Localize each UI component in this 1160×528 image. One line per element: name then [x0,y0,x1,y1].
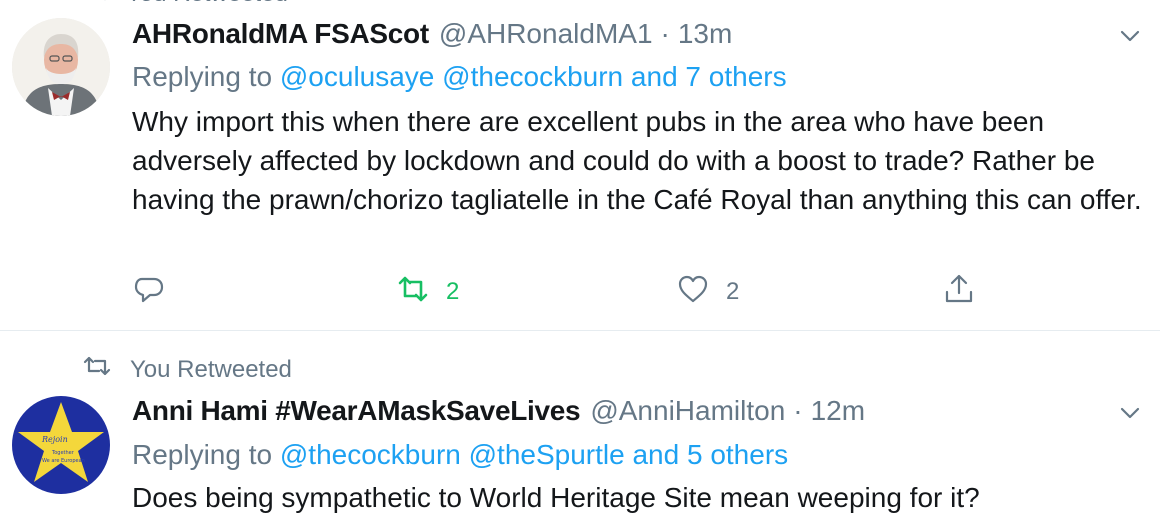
replying-prefix: Replying to [132,61,273,92]
heart-icon [676,272,710,313]
reply-icon [132,272,166,313]
like-count: 2 [726,278,740,305]
mention-link[interactable]: @thecockburn [442,61,623,92]
retweet-count: 2 [446,278,460,305]
retweet-button[interactable]: 2 [396,272,459,312]
timeline: You Retweeted AHRonaldMA FSAScot @AHRona… [0,0,1160,528]
svg-text:Together: Together [51,450,75,456]
chevron-down-icon[interactable] [1116,399,1144,427]
replying-to: Replying to @oculusaye @thecockburn and … [132,61,787,93]
retweet-notice-label: You Retweeted [130,355,292,383]
share-button[interactable] [942,272,976,312]
others-link[interactable]: and 7 others [631,61,787,92]
author-handle[interactable]: @AHRonaldMA1 [439,18,653,50]
tweet-header: AHRonaldMA FSAScot @AHRonaldMA1 · 13m [132,18,732,50]
avatar[interactable] [12,18,110,116]
mention-link[interactable]: @oculusaye [280,61,435,92]
replying-to: Replying to @thecockburn @theSpurtle and… [132,439,788,471]
separator-dot: · [793,395,803,426]
svg-text:We are European: We are European [42,458,85,464]
separator-dot: · [660,18,670,49]
retweet-icon [396,272,430,313]
author-name[interactable]: Anni Hami #WearAMaskSaveLives [132,395,581,427]
tweet-text: Why import this when there are excellent… [132,106,1142,215]
reply-button[interactable] [132,272,166,312]
like-button[interactable]: 2 [676,272,739,312]
timestamp[interactable]: 12m [811,395,865,427]
avatar[interactable]: Rejoin Together We are European [12,396,110,494]
tweet-actions: 2 2 [132,272,992,312]
svg-text:Rejoin: Rejoin [41,435,68,444]
tweet-header: Anni Hami #WearAMaskSaveLives @AnniHamil… [132,395,865,427]
others-link[interactable]: and 5 others [632,439,788,470]
share-icon [942,272,976,313]
author-handle[interactable]: @AnniHamilton [590,395,785,427]
retweet-notice: You Retweeted [82,355,292,384]
chevron-down-icon[interactable] [1116,22,1144,50]
tweet-card[interactable]: AHRonaldMA FSAScot @AHRonaldMA1 · 13m Re… [0,0,1160,331]
author-name[interactable]: AHRonaldMA FSAScot [132,18,429,50]
tweet-text: Does being sympathetic to World Heritage… [132,482,980,513]
replying-prefix: Replying to [132,439,273,470]
retweet-small-icon [82,355,112,384]
mention-link[interactable]: @theSpurtle [469,439,625,470]
timestamp[interactable]: 13m [678,18,732,50]
tweet-card[interactable]: You Retweeted Rejoin Together We are Eur… [0,331,1160,528]
mention-link[interactable]: @thecockburn [280,439,461,470]
